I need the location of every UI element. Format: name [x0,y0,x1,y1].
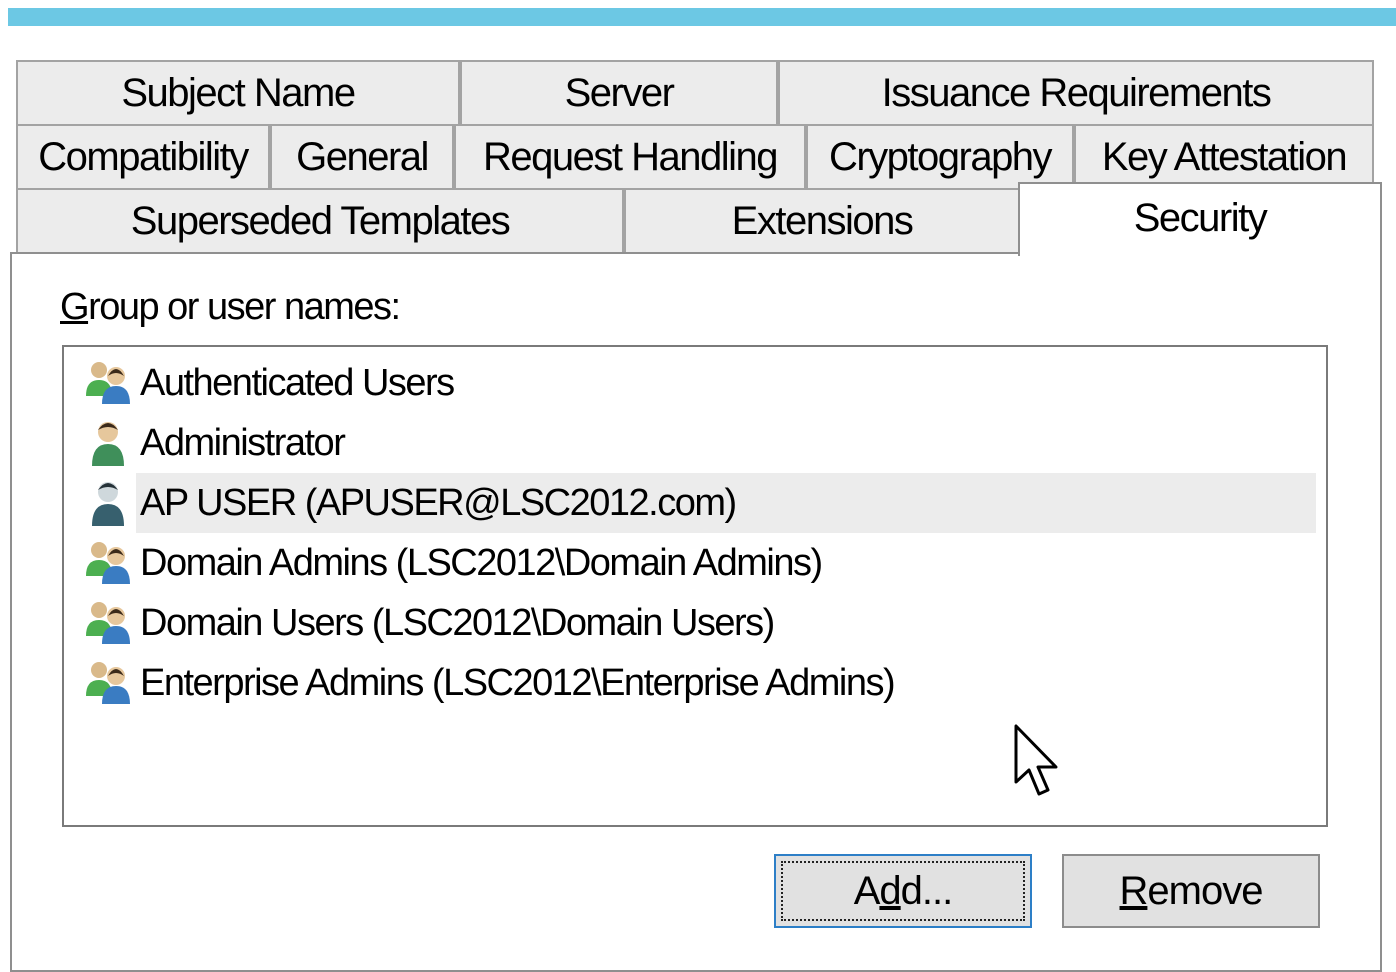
tab-security[interactable]: Security [1018,182,1382,256]
group-or-user-names-list[interactable]: Authenticated Users Administrator AP USE… [62,345,1328,827]
list-item-administrator[interactable]: Administrator [82,413,348,473]
tab-key-attestation[interactable]: Key Attestation [1074,124,1374,190]
tab-issuance-requirements[interactable]: Issuance Requirements [778,60,1374,126]
group-users-icon [86,662,130,704]
group-users-icon [86,542,130,584]
group-or-user-names-label: Group or user names: [60,286,401,328]
remove-button[interactable]: Remove [1062,854,1320,928]
group-users-icon [86,362,130,404]
window-top-margin [0,0,1396,8]
list-item-ap-user[interactable]: AP USER (APUSER@LSC2012.com) [82,473,1316,533]
mouse-pointer-icon [1014,724,1058,796]
tab-compatibility[interactable]: Compatibility [16,124,270,190]
user-icon [92,482,124,526]
user-icon [92,422,124,466]
remove-button-label: Remove [1119,868,1264,913]
list-item-enterprise-admins[interactable]: Enterprise Admins (LSC2012\Enterprise Ad… [82,653,898,713]
list-item-domain-admins[interactable]: Domain Admins (LSC2012\Domain Admins) [82,533,826,593]
tab-request-handling[interactable]: Request Handling [454,124,806,190]
add-button[interactable]: Add... [774,854,1032,928]
list-item-domain-users[interactable]: Domain Users (LSC2012\Domain Users) [82,593,778,653]
add-button-label: Add... [853,868,954,913]
tab-subject-name[interactable]: Subject Name [16,60,460,126]
tab-extensions[interactable]: Extensions [624,188,1020,254]
tab-cryptography[interactable]: Cryptography [806,124,1074,190]
tab-server[interactable]: Server [460,60,778,126]
tab-general[interactable]: General [270,124,454,190]
window-title-bar [8,8,1396,26]
group-users-icon [86,602,130,644]
list-item-authenticated-users[interactable]: Authenticated Users [82,353,458,413]
tab-superseded-templates[interactable]: Superseded Templates [16,188,624,254]
